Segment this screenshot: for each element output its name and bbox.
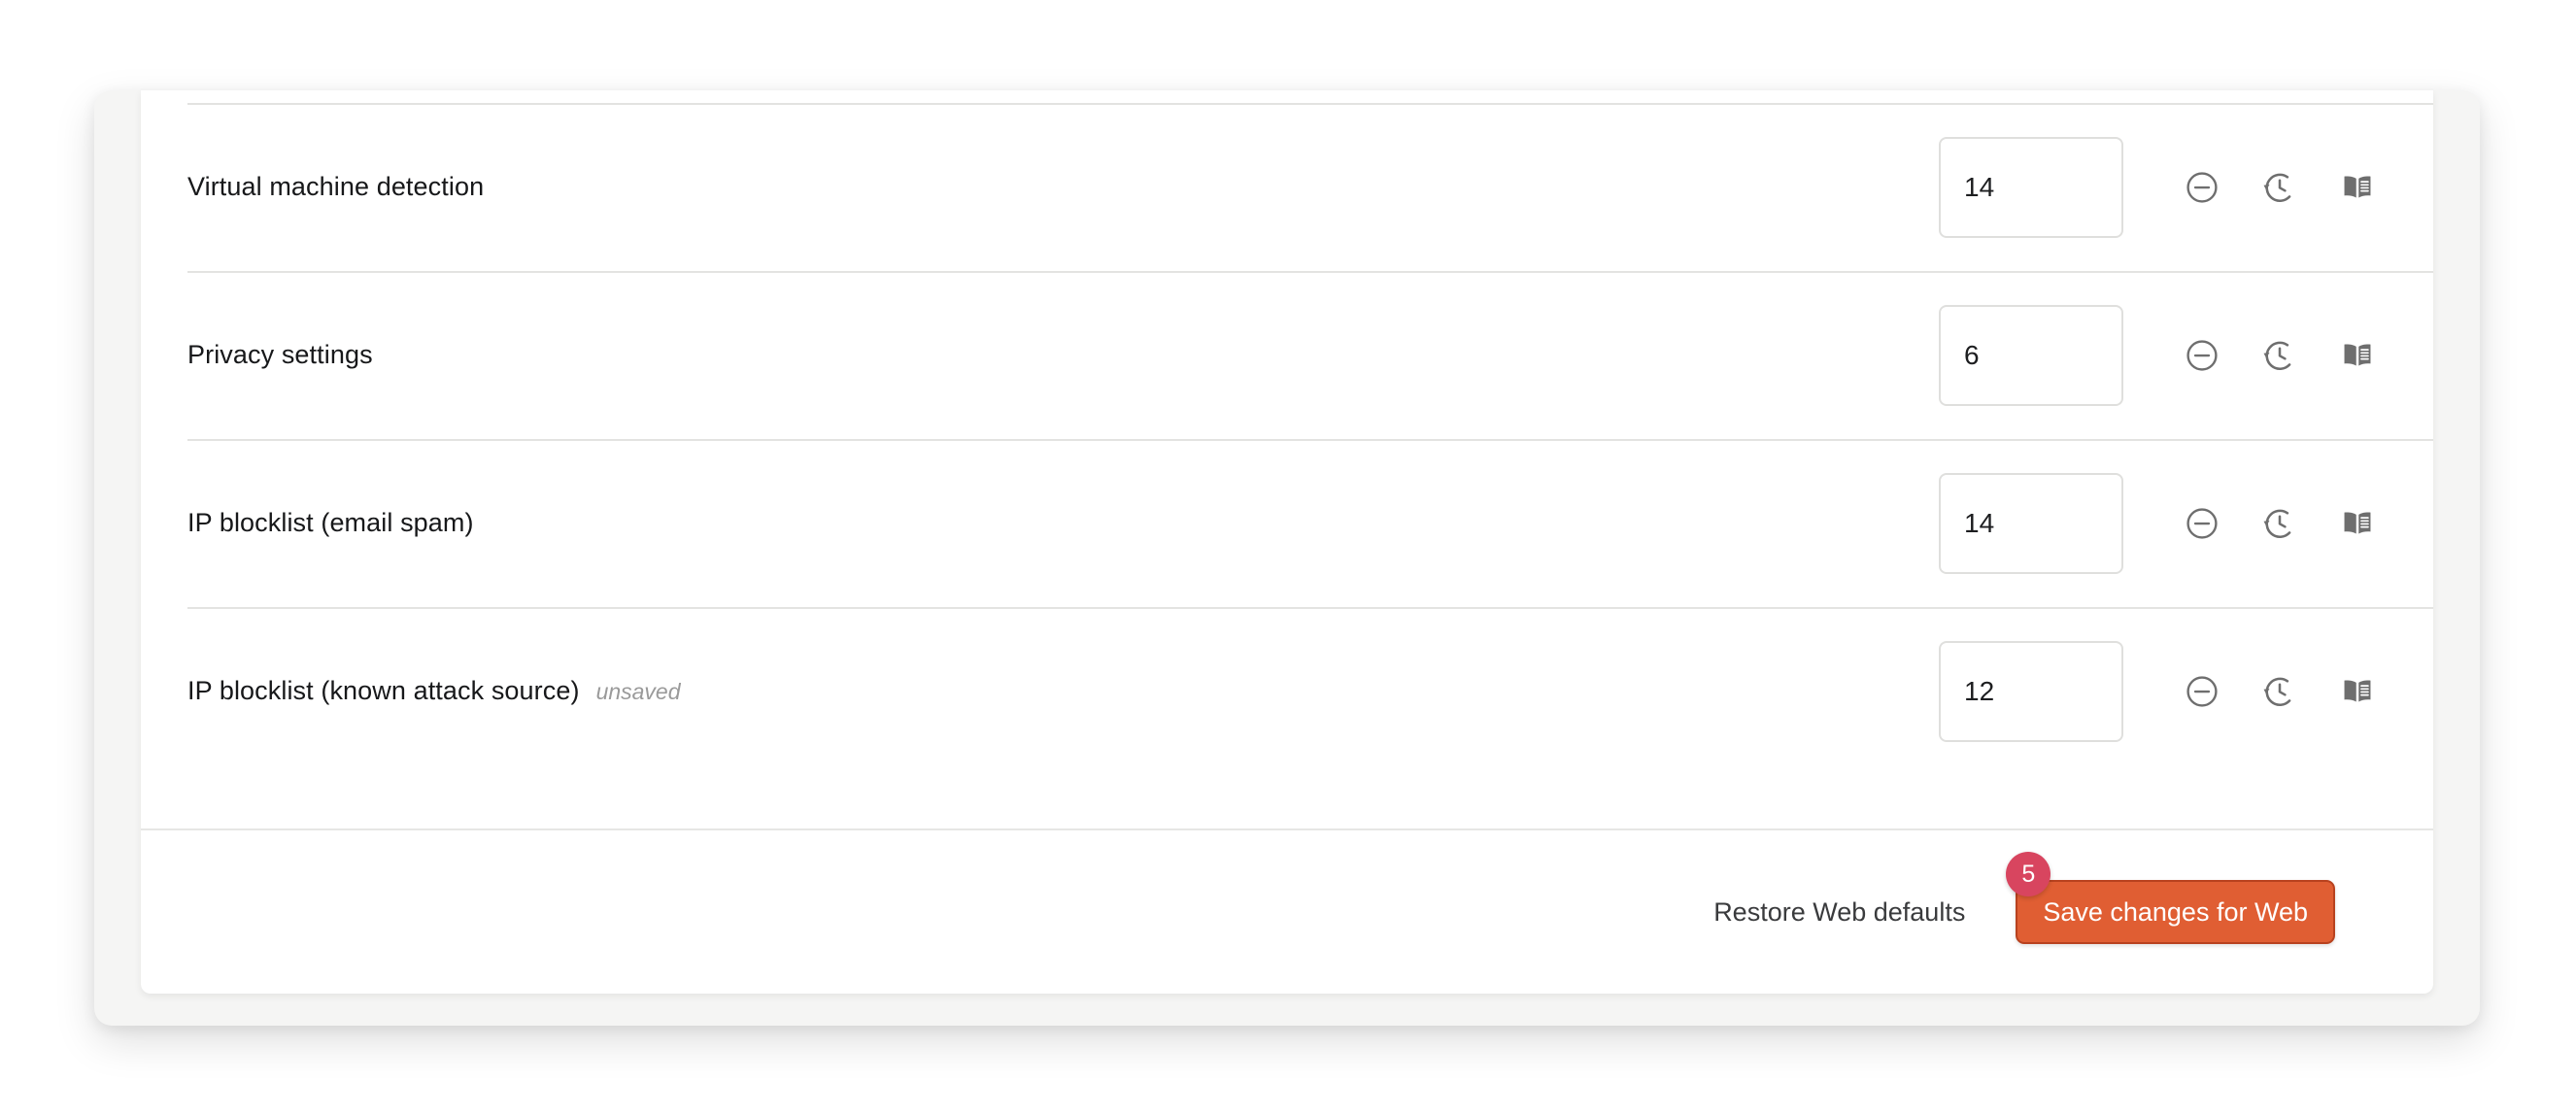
table-row: IP blocklist (email spam) 14 xyxy=(141,439,2433,607)
settings-card: Virtual machine detection 14 Privacy setti… xyxy=(141,90,2433,994)
save-changes-for-web-button[interactable]: Save changes for Web xyxy=(2016,880,2335,944)
settings-row-list: Virtual machine detection 14 Privacy setti… xyxy=(141,90,2433,775)
disable-icon[interactable] xyxy=(2176,329,2228,382)
unsaved-count-badge: 5 xyxy=(2006,852,2051,896)
unsaved-status-label: unsaved xyxy=(595,679,681,704)
row-label-group: Privacy settings xyxy=(187,340,1939,370)
row-label-group: IP blocklist (email spam) xyxy=(187,508,1939,538)
setting-name-label: Virtual machine detection xyxy=(187,172,485,201)
row-content: IP blocklist (known attack source) unsave… xyxy=(187,607,2433,775)
history-icon[interactable] xyxy=(2254,497,2306,550)
settings-panel-shell: Virtual machine detection 14 Privacy setti… xyxy=(94,90,2480,1026)
table-row: Privacy settings 6 xyxy=(141,271,2433,439)
save-button-container: 5 Save changes for Web xyxy=(2006,852,2335,944)
restore-web-defaults-button[interactable]: Restore Web defaults xyxy=(1713,897,1965,928)
row-label-group: IP blocklist (known attack source) unsave… xyxy=(187,676,1939,706)
row-action-group xyxy=(2176,497,2384,550)
table-row: IP blocklist (known attack source) unsave… xyxy=(141,607,2433,775)
history-icon[interactable] xyxy=(2254,665,2306,718)
setting-value-input[interactable]: 14 xyxy=(1939,136,2123,238)
row-content: IP blocklist (email spam) 14 xyxy=(187,439,2433,607)
row-content: Privacy settings 6 xyxy=(187,271,2433,439)
docs-icon[interactable] xyxy=(2331,329,2384,382)
row-label-group: Virtual machine detection xyxy=(187,172,1939,202)
settings-footer: Restore Web defaults 5 Save changes for … xyxy=(141,828,2433,994)
docs-icon[interactable] xyxy=(2331,161,2384,214)
row-content: Virtual machine detection 14 xyxy=(187,103,2433,271)
row-action-group xyxy=(2176,665,2384,718)
table-row: Virtual machine detection 14 xyxy=(141,103,2433,271)
history-icon[interactable] xyxy=(2254,161,2306,214)
disable-icon[interactable] xyxy=(2176,665,2228,718)
setting-name-label: IP blocklist (email spam) xyxy=(187,508,474,537)
disable-icon[interactable] xyxy=(2176,161,2228,214)
setting-value-input[interactable]: 14 xyxy=(1939,472,2123,574)
setting-value-input[interactable]: 6 xyxy=(1939,304,2123,406)
row-action-group xyxy=(2176,329,2384,382)
docs-icon[interactable] xyxy=(2331,665,2384,718)
setting-name-label: IP blocklist (known attack source) xyxy=(187,676,580,705)
setting-value-input[interactable]: 12 xyxy=(1939,640,2123,742)
setting-name-label: Privacy settings xyxy=(187,340,373,369)
docs-icon[interactable] xyxy=(2331,497,2384,550)
disable-icon[interactable] xyxy=(2176,497,2228,550)
row-action-group xyxy=(2176,161,2384,214)
history-icon[interactable] xyxy=(2254,329,2306,382)
